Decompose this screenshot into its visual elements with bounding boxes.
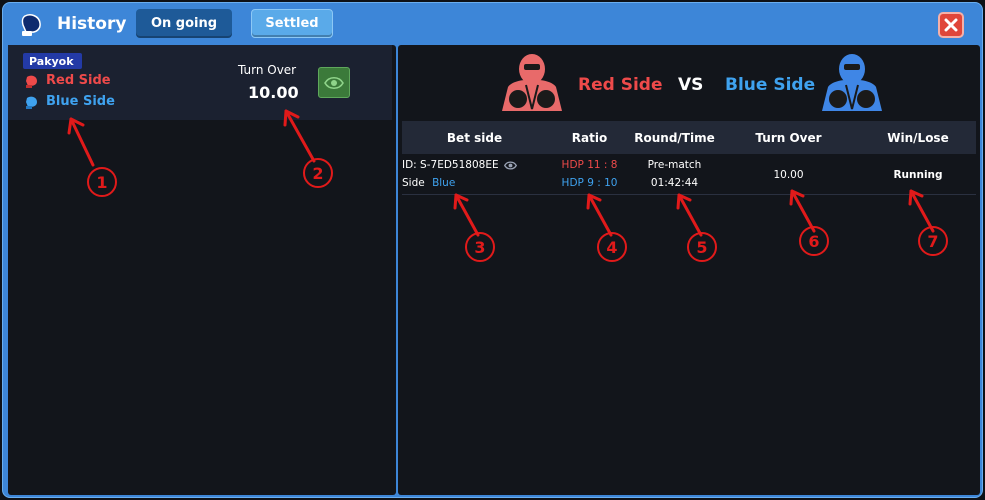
bet-detail-panel: Red Side VS Blue Side Bet side Ratio Rou… [398,45,980,495]
blue-fighter-icon [822,54,882,111]
tab-on-going[interactable]: On going [136,9,232,38]
versus-blue-label: Blue Side [725,75,816,95]
annotation-arrow-1 [67,117,95,167]
annotation-callout-1: 1 [87,167,117,197]
versus-red-label: Red Side [578,75,663,95]
history-dialog: History On going Settled Pakyok Red Side [2,2,983,498]
blue-team-name: Blue Side [46,94,115,109]
versus-banner: Red Side VS Blue Side [398,45,980,119]
annotation-callout-7: 7 [918,226,948,256]
close-button[interactable] [938,12,964,38]
header-ratio: Ratio [571,131,608,145]
bet-id: ID: S-7ED51808EE [402,159,499,171]
dialog-header: History On going Settled [3,3,982,45]
annotation-arrow-2 [283,109,316,163]
side-value: Blue [432,177,456,189]
red-team-row: Red Side [24,73,111,88]
ratio-blue: HDP 9 : 10 [561,177,618,189]
header-turnover: Turn Over [755,131,822,145]
annotation-callout-2: 2 [303,158,333,188]
header-round-time: Round/Time [634,131,715,145]
turnover-label: Turn Over [238,63,297,77]
bet-id-cell: ID: S-7ED51808EE [402,159,517,171]
annotation-callout-4: 4 [597,232,627,262]
header-win-lose: Win/Lose [887,131,949,145]
side-cell: Side Blue [402,177,455,189]
row-result: Running [893,169,943,181]
annotation-callout-5: 5 [687,232,717,262]
match-card[interactable]: Pakyok Red Side Blue Side Turn Over 10.0… [8,45,392,120]
side-label: Side [402,177,425,189]
annotation-callout-3: 3 [465,232,495,262]
red-fighter-icon [502,54,562,111]
blue-team-row: Blue Side [24,94,115,109]
close-icon [944,18,958,32]
match-list-panel: Pakyok Red Side Blue Side Turn Over 10.0… [8,45,396,495]
annotation-callout-6: 6 [799,226,829,256]
row-turnover: 10.00 [773,169,804,181]
red-glove-icon [26,75,37,88]
boxing-glove-icon [21,14,41,36]
time-value: 01:42:44 [650,177,699,189]
round-value: Pre-match [647,159,702,171]
bet-table-header: Bet side Ratio Round/Time Turn Over Win/… [402,121,976,154]
red-team-name: Red Side [46,73,111,88]
eye-icon [324,76,344,89]
ratio-red: HDP 11 : 8 [561,159,618,171]
league-badge: Pakyok [23,53,82,69]
eye-icon[interactable] [503,160,517,170]
blue-glove-icon [26,96,37,109]
view-details-button[interactable] [318,67,350,98]
versus-label: VS [678,75,704,95]
turnover-value: 10.00 [248,83,299,102]
page-title: History [57,14,127,34]
tab-settled[interactable]: Settled [251,9,333,38]
header-bet-side: Bet side [446,131,503,145]
